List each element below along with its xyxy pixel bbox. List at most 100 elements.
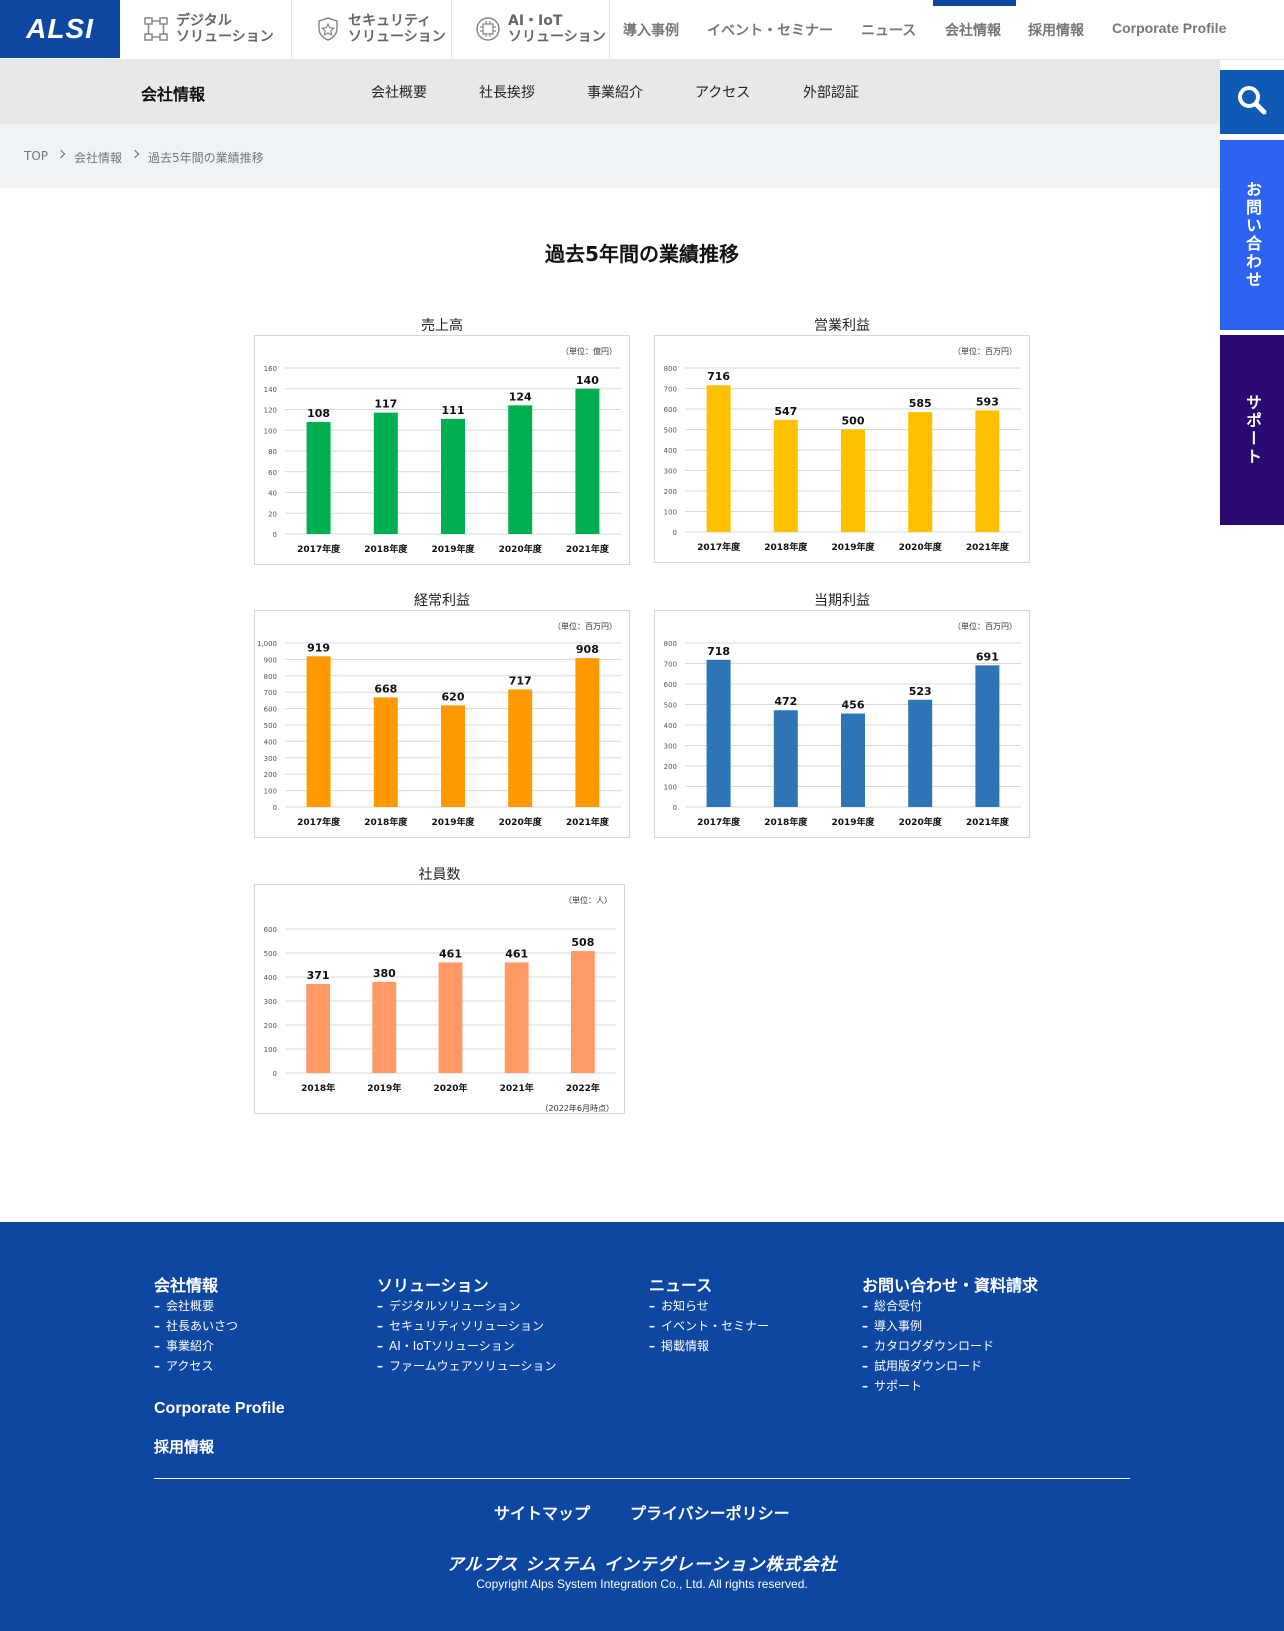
nav-recruit[interactable]: 採用情報 — [1028, 20, 1084, 40]
chart-y-tick-label: 800 — [664, 365, 677, 373]
subnav-certification[interactable]: 外部認証 — [803, 82, 859, 102]
chart-x-tick-label: 2021年 — [500, 1082, 534, 1094]
footer-heading-news[interactable]: ニュース — [649, 1272, 712, 1296]
ai-chip-icon — [474, 15, 502, 43]
chart-bar — [773, 419, 798, 532]
chart-bar — [441, 418, 465, 534]
chart-bar — [841, 429, 865, 532]
breadcrumb-current: 過去5年間の業績推移 — [148, 151, 264, 165]
subnav-access[interactable]: アクセス — [695, 82, 750, 102]
chart-y-tick-label: 0 — [273, 1070, 277, 1078]
chart-unit-label: （単位：百万円） — [953, 346, 1017, 356]
chart-y-tick-label: 100 — [264, 788, 277, 796]
footer-link[interactable]: お知らせ — [649, 1297, 709, 1314]
subnav-business[interactable]: 事業紹介 — [587, 82, 643, 102]
footer-sitemap[interactable]: サイトマップ — [494, 1500, 590, 1524]
chart-y-tick-label: 900 — [264, 656, 277, 664]
footer-link[interactable]: サポート — [862, 1377, 922, 1394]
chart-y-tick-label: 140 — [264, 386, 277, 394]
footer-link[interactable]: 社長あいさつ — [154, 1317, 238, 1334]
chart-y-tick-label: 0 — [673, 804, 677, 812]
nav-corporate-profile[interactable]: Corporate Profile — [1112, 20, 1226, 36]
chart-data-label: 456 — [842, 699, 865, 712]
alsi-logo[interactable]: ALSI — [0, 0, 120, 58]
chart-y-tick-label: 600 — [664, 406, 677, 414]
footer-link[interactable]: 総合受付 — [862, 1297, 922, 1314]
nav-company[interactable]: 会社情報 — [945, 20, 1001, 40]
footer-link[interactable]: イベント・セミナー — [649, 1317, 769, 1334]
site-header: ALSI デジタル ソリューション セキュリティ ソリューション AI・IoT … — [0, 0, 1284, 60]
footer-link[interactable]: アクセス — [154, 1357, 213, 1374]
footer-link[interactable]: 会社概要 — [154, 1297, 214, 1314]
chart-y-tick-label: 160 — [264, 365, 277, 373]
nav-digital-solution[interactable]: デジタル ソリューション — [120, 0, 292, 58]
active-nav-indicator — [933, 0, 1016, 6]
breadcrumb: TOP 会社情報 過去5年間の業績推移 — [0, 124, 1220, 188]
chart-bar — [306, 983, 331, 1073]
side-contact-button[interactable]: お問い合わせ — [1220, 140, 1284, 330]
chart-y-tick-label: 100 — [664, 509, 677, 517]
footer-link[interactable]: 事業紹介 — [154, 1337, 214, 1354]
chart-y-tick-label: 40 — [268, 490, 277, 498]
footer-link[interactable]: セキュリティソリューション — [377, 1317, 544, 1334]
chart-x-tick-label: 2019年 — [367, 1082, 401, 1094]
chart-data-label: 508 — [571, 936, 594, 949]
chevron-right-icon — [56, 149, 66, 159]
footer-heading-contact[interactable]: お問い合わせ・資料請求 — [862, 1272, 1038, 1296]
side-contact-label: お問い合わせ — [1243, 181, 1262, 289]
company-subnav: 会社情報 会社概要 社長挨拶 事業紹介 アクセス 外部認証 — [0, 60, 1220, 124]
chart-data-label: 717 — [509, 674, 532, 687]
chart-x-tick-label: 2018年度 — [764, 816, 808, 828]
chart-bar — [908, 699, 933, 807]
footer-link[interactable]: 掲載情報 — [649, 1337, 709, 1354]
chart-bar — [575, 658, 600, 807]
chart-bar — [908, 412, 933, 532]
nav-ai-iot-solution[interactable]: AI・IoT ソリューション — [452, 0, 610, 58]
breadcrumb-company[interactable]: 会社情報 — [74, 149, 122, 166]
chart-x-tick-label: 2021年度 — [566, 543, 610, 555]
chart-data-label: 908 — [576, 643, 599, 656]
nav-news[interactable]: ニュース — [861, 20, 916, 40]
chart-data-label: 117 — [374, 398, 397, 411]
chart-title-operating-income: 営業利益 — [814, 318, 870, 334]
nav-case-studies[interactable]: 導入事例 — [623, 20, 679, 40]
chart-y-tick-label: 200 — [664, 763, 677, 771]
chart-y-tick-label: 700 — [664, 386, 677, 394]
side-support-button[interactable]: サポート — [1220, 335, 1284, 525]
subnav-overview[interactable]: 会社概要 — [371, 82, 427, 102]
footer-link[interactable]: 試用版ダウンロード — [862, 1357, 982, 1374]
chart-title-net-income: 当期利益 — [814, 593, 870, 609]
nav-security-solution[interactable]: セキュリティ ソリューション — [292, 0, 452, 58]
chart-y-tick-label: 100 — [264, 427, 277, 435]
chart-x-tick-label: 2017年度 — [697, 541, 741, 553]
side-search-button[interactable] — [1220, 70, 1284, 134]
chart-y-tick-label: 80 — [268, 448, 277, 456]
chart-data-label: 111 — [442, 404, 465, 417]
chart-x-tick-label: 2018年度 — [364, 543, 408, 555]
chart-data-label: 124 — [509, 390, 532, 403]
chart-y-tick-label: 300 — [664, 468, 677, 476]
footer-heading-solutions[interactable]: ソリューション — [377, 1272, 489, 1296]
chart-data-label: 500 — [842, 415, 865, 428]
footer-link[interactable]: 導入事例 — [862, 1317, 922, 1334]
breadcrumb-top[interactable]: TOP — [24, 149, 48, 163]
footer-heading-company[interactable]: 会社情報 — [154, 1272, 218, 1296]
footer-link[interactable]: ファームウェアソリューション — [377, 1357, 556, 1374]
chart-y-tick-label: 400 — [264, 738, 277, 746]
chart-y-tick-label: 0 — [673, 529, 677, 537]
footer-link[interactable]: カタログダウンロード — [862, 1337, 994, 1354]
chart-y-tick-label: 600 — [264, 706, 277, 714]
footer-recruit[interactable]: 採用情報 — [154, 1436, 214, 1457]
chart-y-tick-label: 700 — [664, 661, 677, 669]
footer-link[interactable]: AI・IoTソリューション — [377, 1337, 515, 1354]
chart-bar — [306, 421, 331, 534]
chart-y-tick-label: 600 — [264, 926, 277, 934]
chart-y-tick-label: 500 — [264, 722, 277, 730]
nav-events[interactable]: イベント・セミナー — [707, 20, 833, 40]
footer-privacy-policy[interactable]: プライバシーポリシー — [630, 1500, 790, 1524]
footer-corporate-profile[interactable]: Corporate Profile — [154, 1400, 285, 1418]
chart-title-employees: 社員数 — [418, 867, 461, 883]
subnav-president-message[interactable]: 社長挨拶 — [479, 82, 535, 102]
chart-bar — [570, 951, 595, 1073]
footer-link[interactable]: デジタルソリューション — [377, 1297, 521, 1314]
